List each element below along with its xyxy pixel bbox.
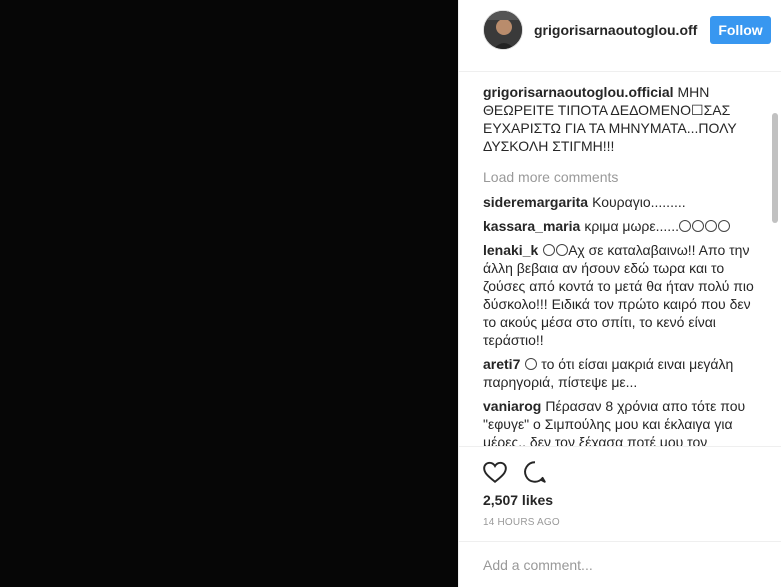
comment-item: kassara_maria κριμα μωρε...... (483, 217, 769, 235)
follow-button[interactable]: Follow (710, 16, 771, 44)
add-comment-bar (459, 541, 781, 587)
comment-icon[interactable] (522, 459, 548, 485)
heart-icon[interactable] (482, 459, 508, 485)
post-caption: grigorisarnaoutoglou.official ΜΗΝ ΘΕΩΡΕΙ… (483, 83, 769, 155)
comment-username[interactable]: vaniarog (483, 398, 541, 414)
post-actions (459, 446, 781, 496)
comment-text: το ότι είσαι μακριά ειναι μεγάλη παρηγορ… (483, 356, 734, 390)
comment-item: lenaki_k Αχ σε καταλαβαινω!! Απο την άλλη… (483, 241, 769, 349)
comments-list[interactable]: grigorisarnaoutoglou.official ΜΗΝ ΘΕΩΡΕΙ… (459, 73, 769, 446)
post-media[interactable] (0, 0, 458, 587)
comment-username[interactable]: lenaki_k (483, 242, 538, 258)
comment-text: Κουραγιο......... (592, 194, 686, 210)
comment-username[interactable]: kassara_maria (483, 218, 580, 234)
caption-username[interactable]: grigorisarnaoutoglou.official (483, 84, 674, 100)
scrollbar-thumb[interactable] (772, 113, 778, 223)
post-timestamp[interactable]: 14 HOURS AGO (483, 517, 560, 528)
comment-item: sideremargarita Κουραγιο......... (483, 193, 769, 211)
likes-count[interactable]: 2,507 likes (483, 492, 553, 508)
post-side-panel: grigorisarnaoutoglou.off Follow grigoris… (458, 0, 781, 587)
comment-item: vaniarog Πέρασαν 8 χρόνια απο τότε που "ε… (483, 397, 769, 446)
post-header: grigorisarnaoutoglou.off Follow (459, 0, 781, 72)
comment-username[interactable]: areti7 (483, 356, 520, 372)
comment-username[interactable]: sideremargarita (483, 194, 588, 210)
smiley-emoji-icon (524, 356, 537, 372)
comments-scrollbar[interactable] (771, 73, 779, 446)
avatar[interactable] (483, 10, 523, 50)
add-comment-input[interactable] (483, 554, 763, 576)
smiley-emoji-icon (679, 218, 731, 234)
load-more-comments-button[interactable]: Load more comments (483, 168, 769, 186)
comment-text: κριμα μωρε...... (584, 218, 679, 234)
post-username[interactable]: grigorisarnaoutoglou.off (534, 22, 704, 38)
comment-item: areti7 το ότι είσαι μακριά ειναι μεγάλη … (483, 355, 769, 391)
smiley-emoji-icon (542, 242, 568, 258)
